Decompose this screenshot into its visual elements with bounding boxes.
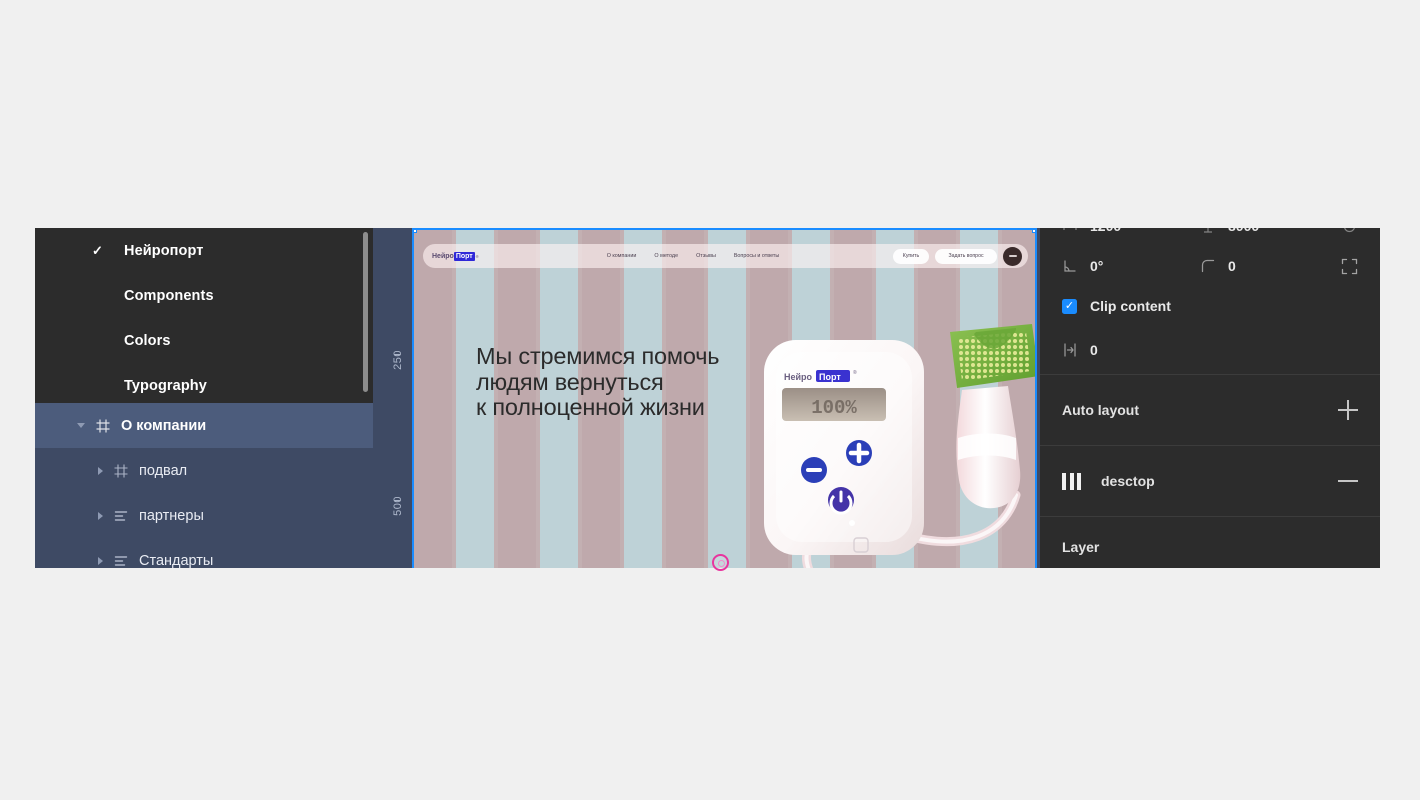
rotation-radius-row[interactable]: 0° 0 bbox=[1040, 246, 1380, 286]
check-icon bbox=[92, 289, 106, 303]
layer-row-partnery[interactable]: партнеры bbox=[35, 493, 373, 538]
width-value: 1200 bbox=[1090, 228, 1121, 234]
constraints-row[interactable]: 0 bbox=[1040, 326, 1380, 374]
cursor-indicator bbox=[712, 554, 729, 571]
svg-text:®: ® bbox=[853, 369, 857, 376]
website-nav: О компании О методе Отзывы Вопросы и отв… bbox=[607, 253, 780, 259]
layer-title: Layer bbox=[1062, 539, 1100, 555]
nav-item-voprosy[interactable]: Вопросы и ответы bbox=[734, 253, 779, 259]
design-canvas[interactable]: Нейро Порт ® О компании О методе Отзывы Во… bbox=[403, 228, 1040, 568]
layer-label: О компании bbox=[121, 417, 207, 434]
frame-icon bbox=[95, 418, 111, 434]
constraints-icon bbox=[1062, 342, 1078, 358]
artboard-striped-background: Нейро Порт ® О компании О методе Отзывы Во… bbox=[414, 230, 1035, 568]
height-field[interactable]: 8000 bbox=[1200, 228, 1338, 234]
dropdown-item-label: Нейропорт bbox=[124, 242, 204, 259]
corner-radius-value: 0 bbox=[1228, 258, 1236, 274]
buy-button[interactable]: Купить bbox=[893, 248, 929, 264]
logo-prefix: Нейро bbox=[432, 252, 454, 260]
size-row[interactable]: 1200 8000 bbox=[1040, 228, 1380, 246]
product-device-image: Нейро Порт ® 100% bbox=[754, 320, 1035, 568]
selected-frame[interactable]: Нейро Порт ® О компании О методе Отзывы Во… bbox=[412, 228, 1037, 568]
pages-dropdown[interactable]: ✓ Нейропорт Components Colors Typography bbox=[35, 228, 373, 403]
rotation-value: 0° bbox=[1090, 258, 1104, 274]
remove-desctop-grid-button[interactable] bbox=[1338, 471, 1358, 491]
layer-label: партнеры bbox=[139, 507, 204, 524]
height-value: 8000 bbox=[1228, 228, 1259, 234]
dropdown-item-3[interactable]: Typography bbox=[35, 363, 373, 408]
clip-content-checkbox[interactable]: ✓ bbox=[1062, 298, 1077, 314]
desctop-title: desctop bbox=[1101, 473, 1155, 489]
dropdown-item-0[interactable]: ✓ Нейропорт bbox=[35, 228, 373, 273]
rotation-icon bbox=[1062, 258, 1078, 274]
ask-question-button[interactable]: Задать вопрос bbox=[935, 248, 997, 264]
check-icon bbox=[92, 334, 106, 348]
screenshot-root: ✓ Нейропорт Components Colors Typography bbox=[0, 0, 1420, 800]
resize-handle-top-left[interactable] bbox=[414, 230, 417, 233]
width-field[interactable]: 1200 bbox=[1062, 228, 1200, 234]
layer-row-podval[interactable]: подвал bbox=[35, 448, 373, 493]
constraints-value: 0 bbox=[1090, 342, 1098, 358]
nav-item-o-metode[interactable]: О методе bbox=[654, 253, 678, 259]
ruler-tick bbox=[394, 354, 400, 355]
clip-content-row[interactable]: ✓ Clip content bbox=[1040, 286, 1380, 326]
hero-heading: Мы стремимся помочь людям вернуться к по… bbox=[476, 343, 720, 420]
dropdown-item-label: Colors bbox=[124, 332, 171, 349]
dropdown-item-2[interactable]: Colors bbox=[35, 318, 373, 363]
grid-columns-icon bbox=[1062, 472, 1081, 490]
corner-radius-field[interactable]: 0 bbox=[1200, 258, 1338, 274]
auto-layout-section: Auto layout bbox=[1040, 375, 1380, 446]
clip-content-label: Clip content bbox=[1090, 298, 1171, 314]
logo-trademark: ® bbox=[475, 253, 479, 259]
layer-label: подвал bbox=[139, 462, 188, 479]
height-icon bbox=[1200, 228, 1216, 234]
hamburger-icon[interactable] bbox=[1003, 246, 1022, 266]
layers-panel: ✓ Нейропорт Components Colors Typography bbox=[35, 228, 373, 568]
size-row-clipped: 1200 8000 bbox=[1040, 228, 1380, 246]
auto-layout-row[interactable]: Auto layout bbox=[1040, 375, 1380, 445]
desctop-row[interactable]: desctop bbox=[1040, 446, 1380, 516]
dropdown-item-1[interactable]: Components bbox=[35, 273, 373, 318]
chevron-down-icon[interactable] bbox=[77, 423, 85, 428]
properties-panel: 1200 8000 bbox=[1040, 228, 1380, 568]
layer-label: Стандарты bbox=[139, 552, 214, 569]
width-icon bbox=[1062, 228, 1078, 234]
auto-layout-icon bbox=[113, 508, 129, 524]
dropdown-item-label: Components bbox=[124, 287, 214, 304]
auto-layout-title: Auto layout bbox=[1062, 402, 1139, 418]
nav-item-otzyvy[interactable]: Отзывы bbox=[696, 253, 716, 259]
check-icon bbox=[92, 379, 106, 393]
vertical-ruler: 250 500 bbox=[373, 228, 404, 568]
website-header-bar: Нейро Порт ® О компании О методе Отзывы Во… bbox=[423, 244, 1028, 268]
constraints-field[interactable]: 0 bbox=[1062, 342, 1200, 358]
chevron-right-icon[interactable] bbox=[98, 556, 103, 565]
layer-section: Layer bbox=[1040, 517, 1380, 557]
svg-text:Нейро: Нейро bbox=[784, 372, 813, 382]
add-auto-layout-button[interactable] bbox=[1338, 400, 1358, 420]
svg-text:100%: 100% bbox=[811, 397, 857, 419]
svg-text:Порт: Порт bbox=[819, 372, 841, 382]
chevron-right-icon[interactable] bbox=[98, 511, 103, 520]
dropdown-scrollbar[interactable] bbox=[363, 232, 368, 392]
frame-properties-section: 0° 0 ✓ Clip content 0 bbox=[1040, 246, 1380, 375]
website-logo[interactable]: Нейро Порт ® bbox=[432, 251, 479, 261]
resize-handle-top-right[interactable] bbox=[1032, 230, 1035, 233]
desctop-section: desctop bbox=[1040, 446, 1380, 517]
website-header-actions: Купить Задать вопрос bbox=[893, 246, 1022, 266]
chevron-right-icon[interactable] bbox=[98, 466, 103, 475]
frame-icon bbox=[113, 463, 129, 479]
logo-highlight: Порт bbox=[453, 251, 475, 261]
rotation-field[interactable]: 0° bbox=[1062, 258, 1200, 274]
layer-row-standarty[interactable]: Стандарты bbox=[35, 538, 373, 568]
auto-layout-icon bbox=[113, 553, 129, 569]
independent-corners-icon[interactable] bbox=[1341, 258, 1358, 275]
layer-row-o-kompanii[interactable]: О компании bbox=[35, 403, 373, 448]
check-icon: ✓ bbox=[92, 242, 103, 258]
lock-aspect-ratio-icon[interactable] bbox=[1341, 228, 1358, 235]
corner-radius-icon bbox=[1200, 258, 1216, 274]
ruler-tick bbox=[394, 500, 400, 501]
nav-item-o-kompanii[interactable]: О компании bbox=[607, 253, 637, 259]
dropdown-item-label: Typography bbox=[124, 377, 207, 394]
